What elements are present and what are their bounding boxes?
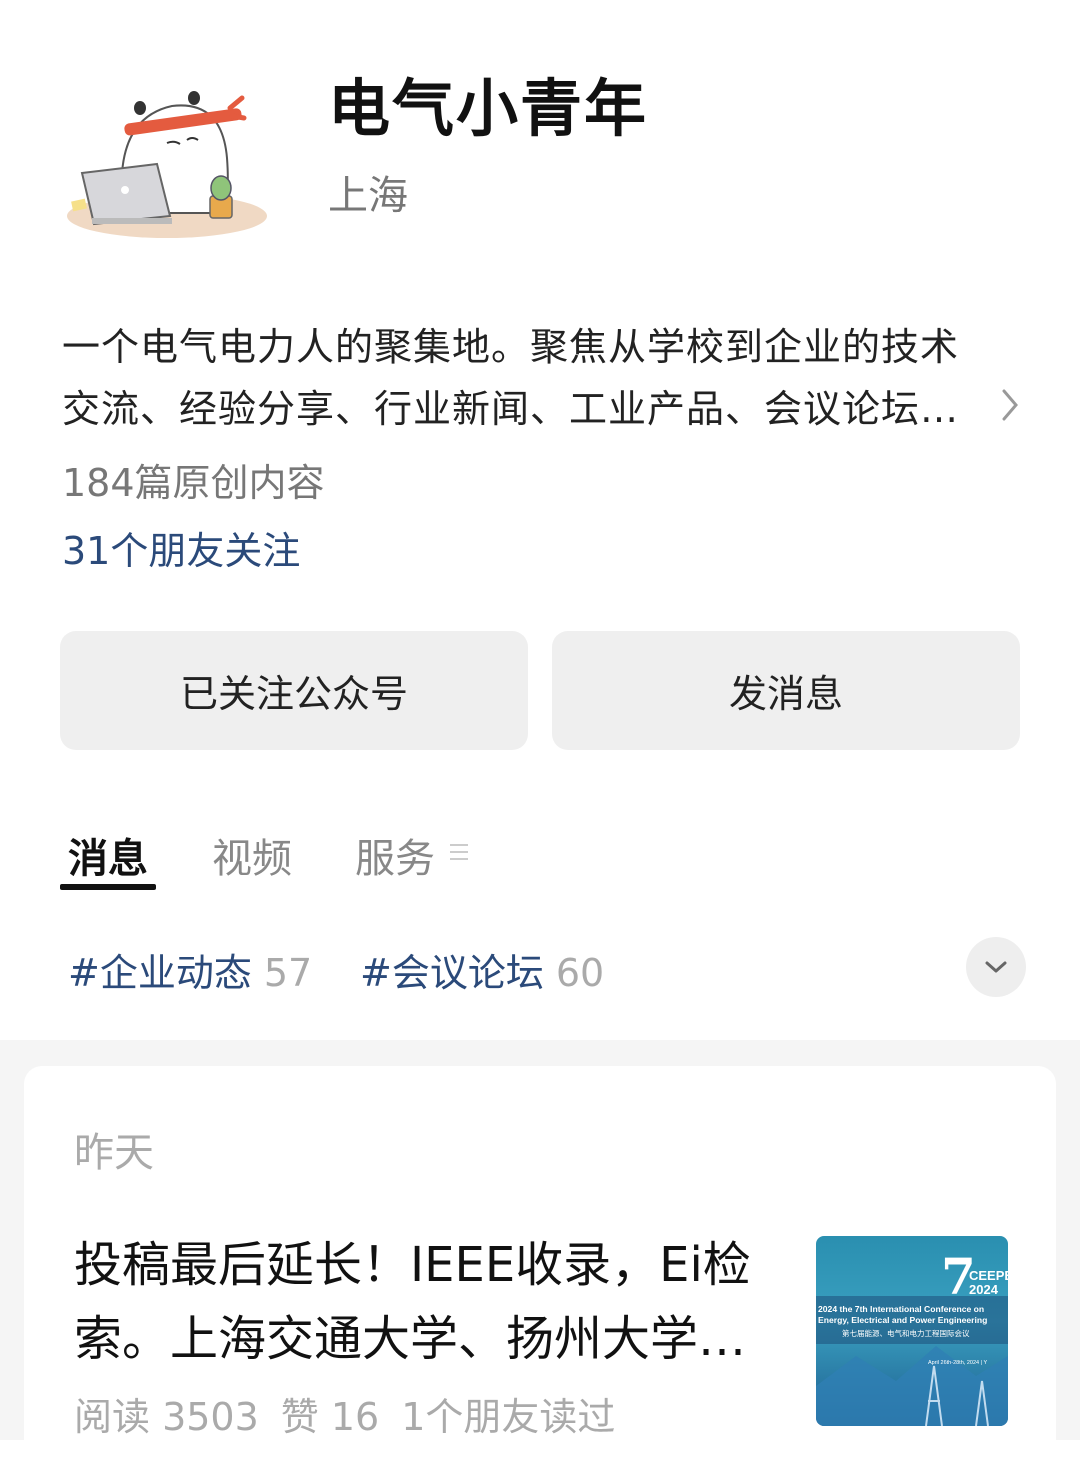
feed-date-label: 昨天 [74,1130,154,1176]
article-thumbnail[interactable]: 7 CEEPE 2024 2024 the 7th International … [816,1236,1008,1426]
thumb-conf-line2: Energy, Electrical and Power Engineering [818,1315,987,1325]
menu-icon[interactable] [450,842,468,862]
tab-video[interactable]: 视频 [212,826,292,884]
active-tab-indicator [60,884,156,890]
tab-service[interactable]: 服务 [355,826,435,884]
topic-tag[interactable]: #企业动态 57 [68,942,312,997]
tab-messages[interactable]: 消息 [68,826,148,884]
article-friends-read: 1个朋友读过 [401,1395,616,1439]
thumb-cn-line: 第七届能源、电气和电力工程国际会议 [842,1328,970,1338]
topic-tag-count: 60 [555,951,605,995]
topic-tag-count: 57 [263,951,313,995]
article-meta: 阅读 3503 赞 16 1个朋友读过 [74,1386,637,1441]
topic-tag-name: #会议论坛 [360,951,544,995]
chevron-right-icon[interactable] [996,385,1024,425]
thumb-conf-line1: 2024 the 7th International Conference on [818,1304,984,1314]
account-description[interactable]: 一个电气电力人的聚集地。聚焦从学校到企业的技术交流、经验分享、行业新闻、工业产品… [62,316,997,440]
send-message-button[interactable]: 发消息 [552,631,1020,750]
article-title[interactable]: 投稿最后延长！IEEE收录，Ei检索。上海交通大学、扬州大学联合主办 [74,1228,784,1376]
article-likes: 赞 16 [280,1395,380,1439]
account-name: 电气小青年 [328,72,649,145]
chevron-down-icon [985,961,1007,973]
topic-tag-name: #企业动态 [68,951,252,995]
original-content-count[interactable]: 184篇原创内容 [62,452,325,507]
friends-following[interactable]: 31个朋友关注 [62,520,300,575]
expand-topics-button[interactable] [966,937,1026,997]
article-reads: 阅读 3503 [74,1395,259,1439]
account-avatar[interactable] [62,78,272,248]
thumb-year: 2024 [969,1282,999,1297]
thumb-brand: CEEPE [969,1268,1008,1283]
thumb-date-line: April 26th-28th, 2024 | Y [928,1360,987,1366]
topic-tag[interactable]: #会议论坛 60 [360,942,604,997]
account-location: 上海 [328,173,408,219]
avatar-illustration [67,91,267,238]
followed-account-button[interactable]: 已关注公众号 [60,631,528,750]
